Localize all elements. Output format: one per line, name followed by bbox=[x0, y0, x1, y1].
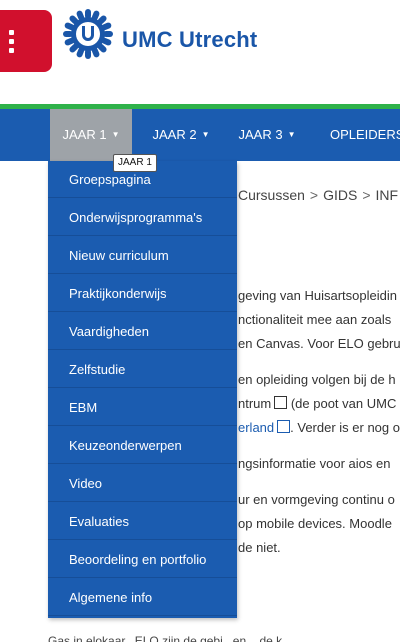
menu-item-zelfstudie[interactable]: Zelfstudie bbox=[48, 351, 237, 388]
breadcrumb-item[interactable]: GIDS bbox=[323, 187, 357, 203]
nav-tooltip: JAAR 1 bbox=[113, 154, 157, 172]
caret-down-icon: ▼ bbox=[201, 130, 210, 139]
content-text: erland . Verder is er nog o bbox=[238, 420, 400, 435]
content-text: ur en vormgeving continu o bbox=[238, 492, 395, 507]
umc-logo-icon[interactable] bbox=[62, 8, 114, 60]
menu-item-nieuw-curriculum[interactable]: Nieuw curriculum bbox=[48, 237, 237, 274]
menu-item-ebm[interactable]: EBM bbox=[48, 389, 237, 426]
menu-item-video[interactable]: Video bbox=[48, 465, 237, 502]
brand-name[interactable]: UMC Utrecht bbox=[122, 27, 257, 53]
nav-jaar-1-label: JAAR 1 bbox=[62, 127, 107, 142]
content-text: ngsinformatie voor aios en bbox=[238, 456, 391, 471]
content-text: en opleiding volgen bij de h bbox=[238, 372, 396, 387]
content-text-part: s in elokaar...ELO zijn de gebi...en... … bbox=[64, 634, 283, 642]
external-link-icon[interactable] bbox=[277, 420, 291, 433]
content-text-part: . Verder is er nog o bbox=[290, 420, 400, 435]
nav-jaar-2-label: JAAR 2 bbox=[152, 127, 197, 142]
content-text: nctionaliteit mee aan zoals bbox=[238, 312, 392, 327]
content-text: op mobile devices. Moodle bbox=[238, 516, 392, 531]
jaar-1-dropdown-menu: Groepspagina Onderwijsprogramma's Nieuw … bbox=[48, 161, 237, 618]
nav-jaar-3[interactable]: JAAR 3 ▼ bbox=[226, 109, 308, 161]
content-text-part: Ga bbox=[48, 634, 65, 642]
menu-item-keuzeonderwerpen[interactable]: Keuzeonderwerpen bbox=[48, 427, 237, 464]
content-text: Gas in elokaar...ELO zijn de gebi...en..… bbox=[48, 634, 282, 642]
menu-item-vaardigheden[interactable]: Vaardigheden bbox=[48, 313, 237, 350]
hamburger-menu-icon[interactable] bbox=[0, 10, 52, 72]
content-text: geving van Huisartsopleidin bbox=[238, 288, 397, 303]
breadcrumb-item[interactable]: INF bbox=[376, 187, 399, 203]
main-navbar: JAAR 1 ▼ JAAR 2 ▼ JAAR 3 ▼ OPLEIDERS bbox=[0, 109, 400, 161]
caret-down-icon: ▼ bbox=[287, 130, 296, 139]
site-header: UMC Utrecht bbox=[0, 0, 400, 104]
menu-item-algemene-info[interactable]: Algemene info bbox=[48, 579, 237, 616]
menu-item-evaluaties[interactable]: Evaluaties bbox=[48, 503, 237, 540]
menu-item-praktijkonderwijs[interactable]: Praktijkonderwijs bbox=[48, 275, 237, 312]
content-text-part: (de poot van UMC bbox=[287, 396, 397, 411]
content-text: en Canvas. Voor ELO gebrui bbox=[238, 336, 400, 351]
nav-opleiders[interactable]: OPLEIDERS bbox=[314, 109, 400, 161]
content-text: de niet. bbox=[238, 540, 281, 555]
nav-opleiders-label: OPLEIDERS bbox=[330, 127, 400, 142]
breadcrumb-item[interactable]: Cursussen bbox=[238, 187, 305, 203]
content-text-part: ntrum bbox=[238, 396, 272, 411]
external-link-icon[interactable] bbox=[274, 396, 288, 409]
breadcrumb: Cursussen > GIDS > INF bbox=[238, 187, 399, 203]
menu-item-onderwijsprogrammas[interactable]: Onderwijsprogramma's bbox=[48, 199, 237, 236]
nav-jaar-3-label: JAAR 3 bbox=[238, 127, 283, 142]
content-text: ntrum (de poot van UMC bbox=[238, 396, 396, 411]
menu-item-beoordeling-en-portfolio[interactable]: Beoordeling en portfolio bbox=[48, 541, 237, 578]
content-link[interactable]: erland bbox=[238, 420, 274, 435]
